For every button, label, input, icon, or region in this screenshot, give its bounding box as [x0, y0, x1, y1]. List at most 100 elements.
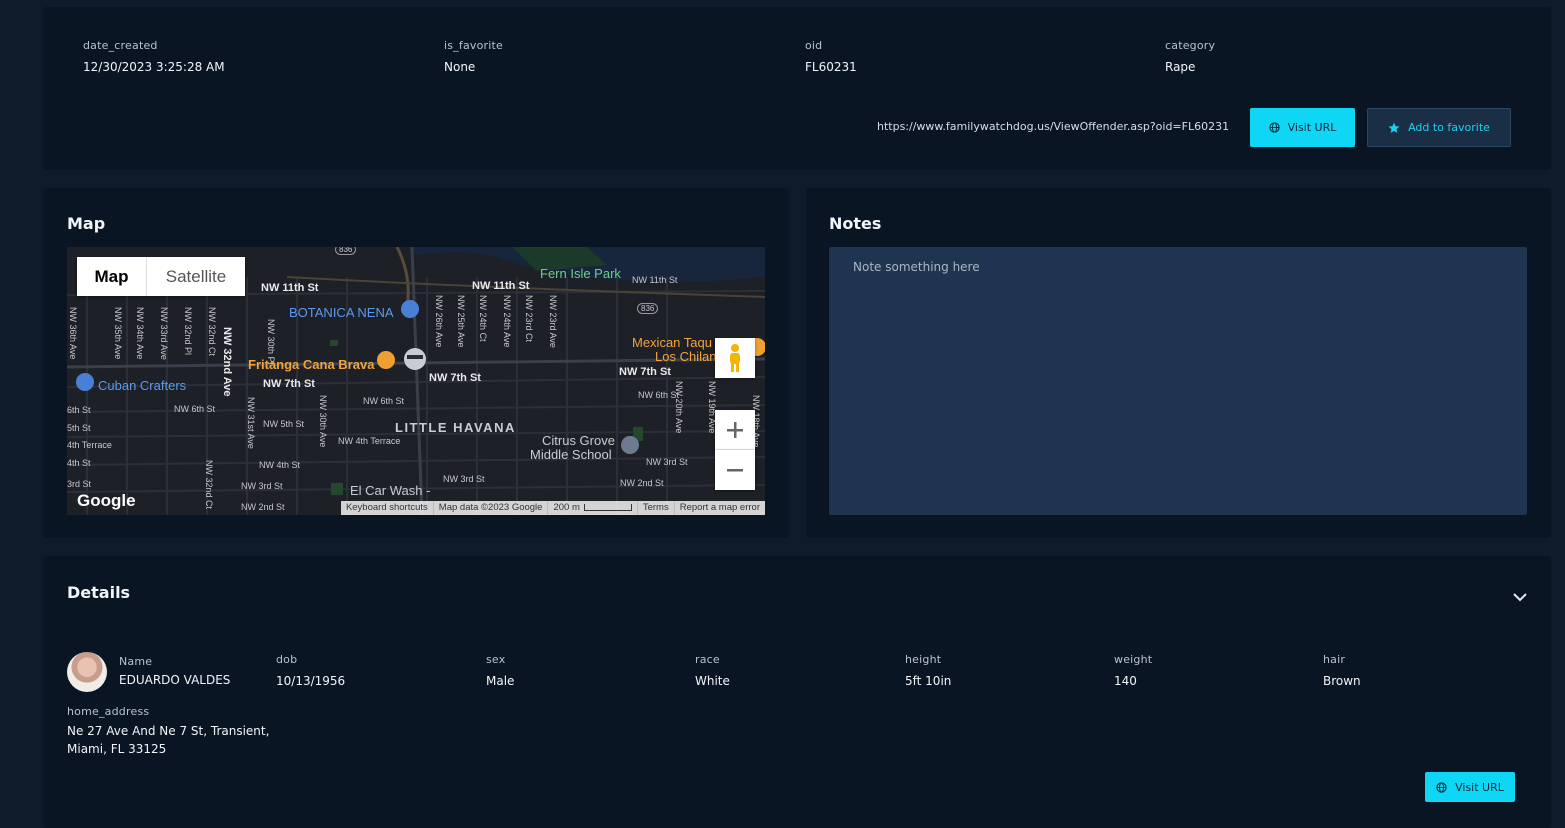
- home-address-field: home_address Ne 27 Ave And Ne 7 St, Tran…: [67, 705, 269, 758]
- avenue-label: NW 23rd Ave: [548, 295, 558, 348]
- category-value: Rape: [1165, 60, 1196, 74]
- avenue-label: NW 30th Ave: [318, 395, 328, 448]
- avatar: [67, 652, 107, 692]
- google-map[interactable]: NW 11th St NW 11th St NW 11th St NW 7th …: [67, 247, 765, 515]
- street-label: NW 11th St: [632, 275, 678, 285]
- terms-link[interactable]: Terms: [636, 501, 674, 515]
- map-type-satellite-button[interactable]: Satellite: [147, 257, 245, 296]
- hair-label: hair: [1323, 653, 1346, 666]
- street-label: NW 6th St: [363, 396, 405, 406]
- details-visit-url-label: Visit URL: [1455, 780, 1504, 794]
- street-label: 6th St: [67, 405, 91, 415]
- keyboard-shortcuts-link[interactable]: Keyboard shortcuts: [341, 501, 433, 515]
- height-value: 5ft 10in: [905, 674, 952, 688]
- scale-bar: [583, 503, 632, 511]
- home-address-line1: Ne 27 Ave And Ne 7 St, Transient,: [67, 724, 270, 738]
- pegman-icon: [730, 344, 740, 372]
- zoom-in-button[interactable]: [715, 410, 755, 450]
- place-label[interactable]: Fern Isle Park: [540, 266, 621, 281]
- sex-value: Male: [486, 674, 515, 688]
- neighborhood-label: LITTLE HAVANA: [395, 420, 516, 435]
- avenue-label: NW 32nd Pl: [183, 307, 193, 356]
- notes-title: Notes: [829, 214, 882, 233]
- map-scale[interactable]: 200 m: [547, 501, 636, 515]
- street-label: 3rd St: [67, 479, 92, 489]
- map-type-map-button[interactable]: Map: [77, 257, 147, 296]
- route-shield: 836: [637, 303, 659, 314]
- street-label: 5th St: [67, 423, 91, 433]
- offender-url[interactable]: https://www.familywatchdog.us/ViewOffend…: [877, 120, 1229, 133]
- street-label: NW 11th St: [472, 280, 530, 292]
- weight-field: weight 140: [1114, 653, 1152, 688]
- notes-textarea[interactable]: [853, 260, 1503, 502]
- street-label: NW 2nd St: [620, 478, 664, 488]
- notes-card: Notes: [806, 188, 1551, 538]
- star-icon: [1388, 122, 1400, 133]
- dob-value: 10/13/1956: [276, 674, 346, 688]
- report-map-error-link[interactable]: Report a map error: [673, 501, 765, 515]
- place-label[interactable]: Mexican Taqu: [632, 335, 712, 350]
- place-label[interactable]: BOTANICA NENA: [289, 305, 394, 320]
- name-value: EDUARDO VALDES: [119, 673, 231, 687]
- street-label: NW 7th St: [429, 372, 481, 384]
- avenue-label: NW 23rd Ct: [524, 295, 534, 343]
- weight-value: 140: [1114, 674, 1137, 688]
- avenue-label: NW 20th Ave: [674, 381, 684, 434]
- home-address-label: home_address: [67, 705, 150, 718]
- date-created-value: 12/30/2023 3:25:28 AM: [83, 60, 225, 74]
- plus-icon: [727, 421, 743, 438]
- globe-icon: [1436, 781, 1447, 793]
- place-label[interactable]: El Car Wash -: [350, 483, 430, 498]
- name-label: Name: [119, 655, 153, 668]
- visit-url-button[interactable]: Visit URL: [1250, 108, 1355, 147]
- race-label: race: [695, 653, 720, 666]
- add-to-favorite-button[interactable]: Add to favorite: [1367, 108, 1511, 147]
- street-label: NW 3rd St: [646, 457, 688, 467]
- race-value: White: [695, 674, 730, 688]
- street-label: NW 6th St: [638, 390, 680, 400]
- details-visit-url-button[interactable]: Visit URL: [1425, 772, 1515, 802]
- chevron-down-icon[interactable]: [1511, 590, 1529, 604]
- avenue-label: NW 31st Ave: [246, 397, 256, 449]
- is-favorite-label: is_favorite: [444, 39, 503, 52]
- date-created-field: date_created 12/30/2023 3:25:28 AM: [83, 39, 225, 74]
- place-label[interactable]: Cuban Crafters: [98, 378, 186, 393]
- record-summary-card: date_created 12/30/2023 3:25:28 AM is_fa…: [43, 7, 1551, 170]
- avenue-label: NW 26th Ave: [434, 295, 444, 348]
- map-title: Map: [67, 214, 106, 233]
- google-logo: Google: [77, 491, 136, 510]
- visit-url-label: Visit URL: [1287, 121, 1337, 134]
- route-shield: 836: [335, 247, 357, 255]
- place-label[interactable]: Middle School: [530, 447, 612, 462]
- avenue-label: NW 34th Ave: [135, 307, 145, 360]
- avenue-label: NW 32nd Ct: [204, 460, 214, 510]
- sex-label: sex: [486, 653, 506, 666]
- avenue-label: NW 32nd Ave: [221, 327, 233, 397]
- notes-box[interactable]: [829, 247, 1527, 515]
- street-label: NW 2nd St: [241, 502, 285, 512]
- avenue-label: NW 32nd Ct: [207, 307, 217, 357]
- avenue-label: NW 33rd Ave: [159, 307, 169, 360]
- hair-field: hair Brown: [1323, 653, 1361, 688]
- street-label: NW 7th St: [263, 378, 315, 390]
- street-view-pegman[interactable]: [715, 338, 755, 378]
- oid-label: oid: [805, 39, 823, 52]
- avenue-label: NW 24th Ct: [478, 295, 488, 342]
- map-type-toggle[interactable]: Map Satellite: [77, 257, 245, 296]
- sex-field: sex Male: [486, 653, 514, 688]
- oid-value: FL60231: [805, 60, 857, 74]
- globe-icon: [1268, 122, 1280, 133]
- zoom-out-button[interactable]: [715, 450, 755, 490]
- category-label: category: [1165, 39, 1216, 52]
- category-field: category Rape: [1165, 39, 1215, 74]
- street-label: NW 3rd St: [241, 481, 283, 491]
- home-address-line2: Miami, FL 33125: [67, 742, 167, 756]
- minus-icon: [727, 469, 743, 472]
- place-label[interactable]: Fritanga Cana Brava: [248, 357, 374, 372]
- place-label[interactable]: Los Chilan: [655, 349, 716, 364]
- place-label[interactable]: Citrus Grove: [542, 433, 615, 448]
- street-label: 4th Terrace: [67, 440, 112, 450]
- is-favorite-value: None: [444, 60, 476, 74]
- street-label: NW 4th Terrace: [338, 436, 401, 446]
- street-label: NW 3rd St: [443, 474, 485, 484]
